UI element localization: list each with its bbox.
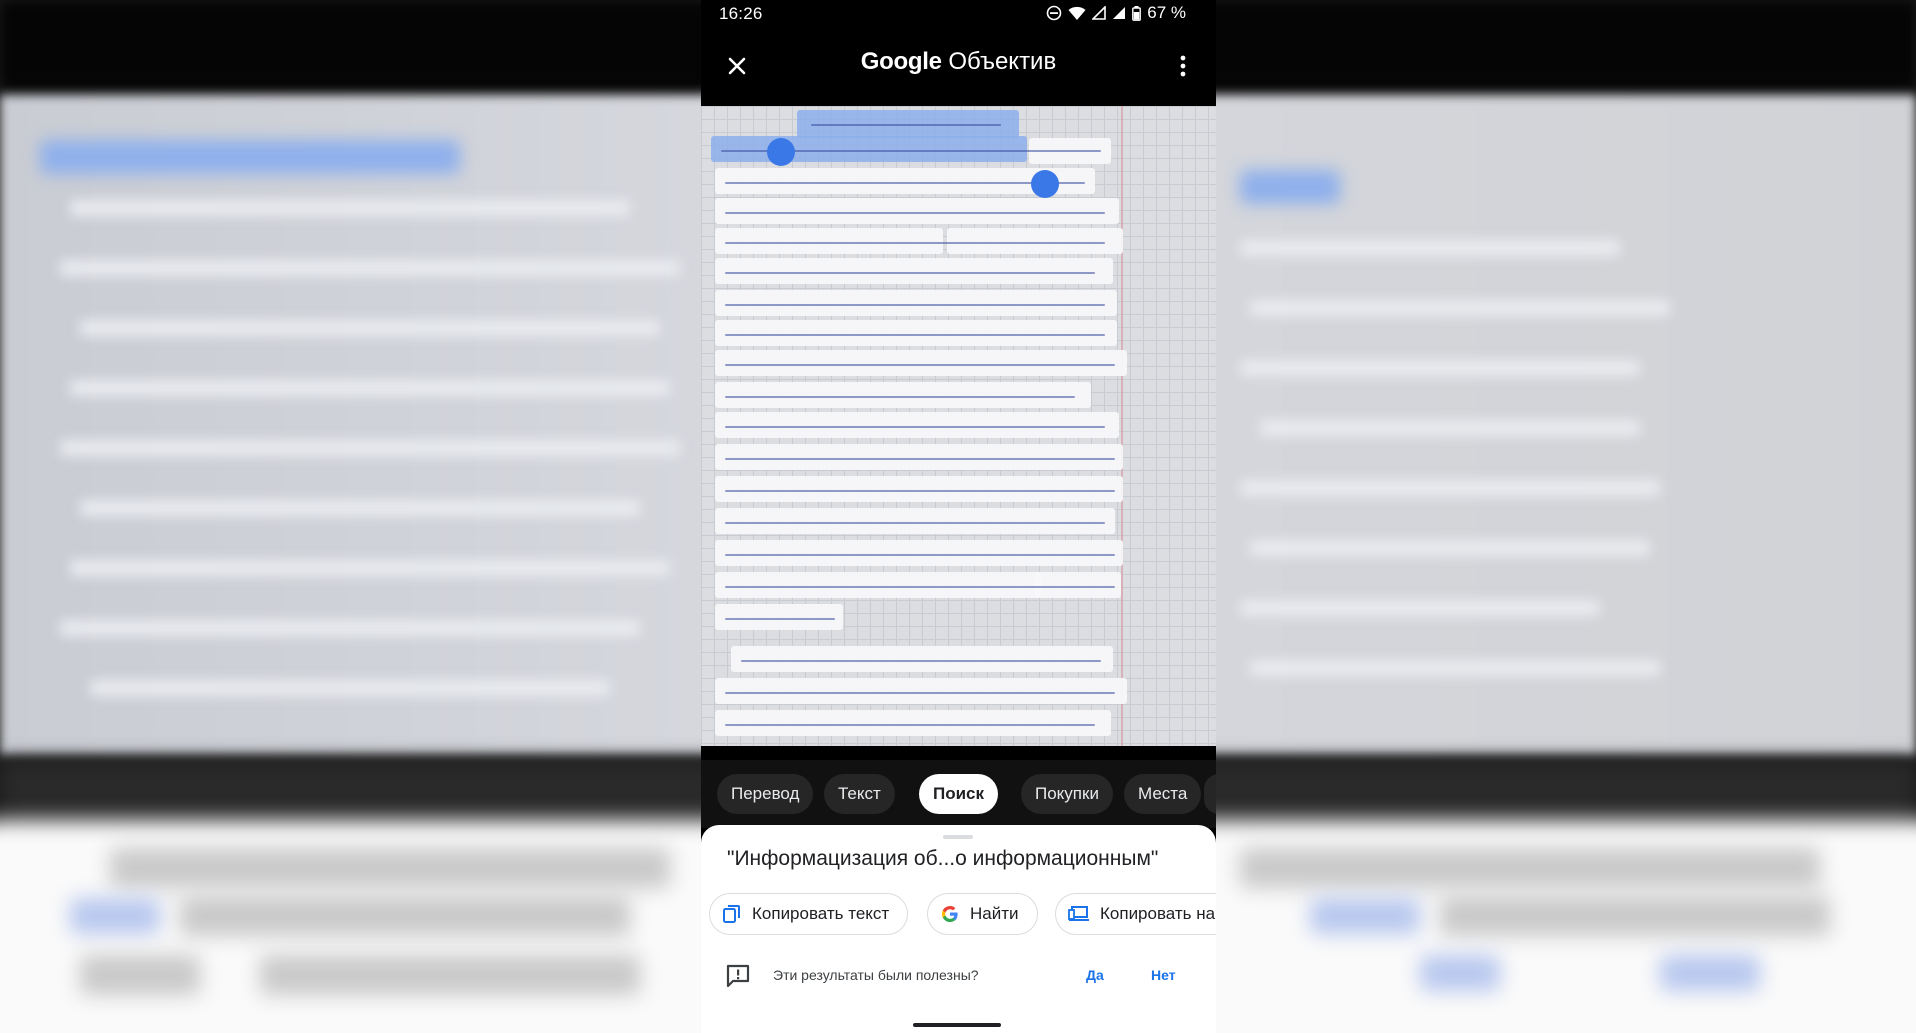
handwriting bbox=[725, 396, 1075, 398]
wifi-icon bbox=[1068, 6, 1086, 20]
handwriting bbox=[725, 618, 835, 620]
text-block[interactable] bbox=[715, 444, 1123, 470]
handwriting bbox=[811, 124, 1001, 126]
text-block[interactable] bbox=[715, 476, 1123, 502]
handwriting bbox=[725, 554, 1115, 556]
more-vert-icon bbox=[1180, 55, 1186, 77]
app-title-brand: Google bbox=[860, 48, 942, 75]
notebook-margin bbox=[1121, 106, 1123, 746]
copy-icon bbox=[723, 905, 740, 923]
text-block[interactable] bbox=[715, 540, 1123, 566]
search-button[interactable]: Найти bbox=[927, 893, 1038, 935]
copy-text-button[interactable]: Копировать текст bbox=[709, 893, 909, 935]
feedback-icon bbox=[726, 964, 750, 988]
copy-text-label: Копировать текст bbox=[752, 904, 890, 923]
text-block[interactable] bbox=[715, 382, 1091, 408]
selection-end-handle[interactable] bbox=[1031, 170, 1059, 198]
google-g-icon bbox=[942, 906, 958, 922]
handwriting bbox=[725, 724, 1095, 726]
handwriting bbox=[725, 212, 1105, 214]
signal-icon bbox=[1092, 6, 1107, 20]
handwriting bbox=[725, 692, 1115, 694]
tab-search[interactable]: Поиск bbox=[919, 774, 999, 814]
handwriting bbox=[725, 272, 1095, 274]
handwriting bbox=[741, 660, 1101, 662]
text-block[interactable] bbox=[715, 604, 843, 630]
feedback-question: Эти результаты были полезны? bbox=[773, 967, 979, 983]
handwriting bbox=[725, 364, 1115, 366]
handwriting bbox=[725, 334, 1105, 336]
handwriting bbox=[725, 586, 1115, 588]
tab-shopping[interactable]: Покупки bbox=[1021, 774, 1113, 814]
camera-view[interactable] bbox=[701, 106, 1216, 746]
handwriting bbox=[725, 458, 1115, 460]
handwriting bbox=[725, 304, 1105, 306]
text-block[interactable] bbox=[715, 320, 1117, 346]
text-block[interactable] bbox=[715, 290, 1117, 316]
status-icons: 67 % bbox=[1046, 3, 1186, 23]
battery-level: 67 % bbox=[1147, 3, 1186, 22]
text-block[interactable] bbox=[731, 646, 1113, 672]
copy-to-computer-button[interactable]: Копировать на к bbox=[1055, 893, 1216, 935]
text-block[interactable] bbox=[947, 228, 1123, 254]
selection-start-handle[interactable] bbox=[767, 138, 795, 166]
tab-more[interactable] bbox=[1204, 774, 1216, 814]
sheet-grab-handle[interactable] bbox=[943, 835, 973, 839]
text-block[interactable] bbox=[715, 412, 1119, 438]
status-bar: 16:26 67 % bbox=[701, 0, 1216, 28]
results-sheet: "Информацизация об...о информационным" К… bbox=[701, 825, 1216, 1033]
tab-translate[interactable]: Перевод bbox=[717, 774, 814, 814]
more-options-button[interactable] bbox=[1168, 48, 1198, 84]
selected-text-query: "Информацизация об...о информационным" bbox=[727, 847, 1159, 870]
text-block[interactable] bbox=[715, 572, 1041, 598]
feedback-row: Эти результаты были полезны? Да Нет bbox=[701, 955, 1216, 995]
action-buttons: Копировать текст Найти Копировать на к bbox=[709, 893, 1216, 935]
computer-icon bbox=[1068, 906, 1089, 921]
handwriting bbox=[725, 522, 1105, 524]
app-title: Google Объектив bbox=[701, 48, 1216, 76]
text-block[interactable] bbox=[715, 678, 1127, 704]
mode-tabs: Перевод Текст Поиск Покупки Места bbox=[701, 760, 1216, 828]
text-block[interactable] bbox=[715, 258, 1113, 284]
tab-places[interactable]: Места bbox=[1124, 774, 1202, 814]
tab-text[interactable]: Текст bbox=[824, 774, 895, 814]
text-block-selected[interactable] bbox=[711, 136, 1027, 162]
feedback-no-button[interactable]: Нет bbox=[1151, 967, 1176, 983]
handwriting bbox=[725, 426, 1105, 428]
status-time: 16:26 bbox=[719, 4, 763, 23]
battery-icon bbox=[1132, 5, 1142, 21]
app-bar: Google Объектив bbox=[701, 28, 1216, 106]
text-block[interactable] bbox=[715, 710, 1111, 736]
feedback-yes-button[interactable]: Да bbox=[1086, 967, 1104, 983]
text-block[interactable] bbox=[715, 228, 943, 254]
app-title-product: Объектив bbox=[948, 48, 1057, 75]
text-block[interactable] bbox=[1035, 572, 1121, 598]
text-block[interactable] bbox=[715, 350, 1127, 376]
gesture-nav-bar[interactable] bbox=[913, 1023, 1001, 1027]
copy-to-computer-label: Копировать на к bbox=[1100, 904, 1216, 923]
dnd-icon bbox=[1046, 5, 1062, 21]
phone-screen: 16:26 67 % Google Объектив Перевод Текст… bbox=[701, 0, 1216, 1033]
text-block[interactable] bbox=[715, 198, 1119, 224]
text-block[interactable] bbox=[715, 508, 1115, 534]
search-label: Найти bbox=[970, 904, 1019, 923]
handwriting bbox=[725, 490, 1115, 492]
handwriting bbox=[725, 242, 1105, 244]
signal-icon-2 bbox=[1113, 7, 1126, 19]
